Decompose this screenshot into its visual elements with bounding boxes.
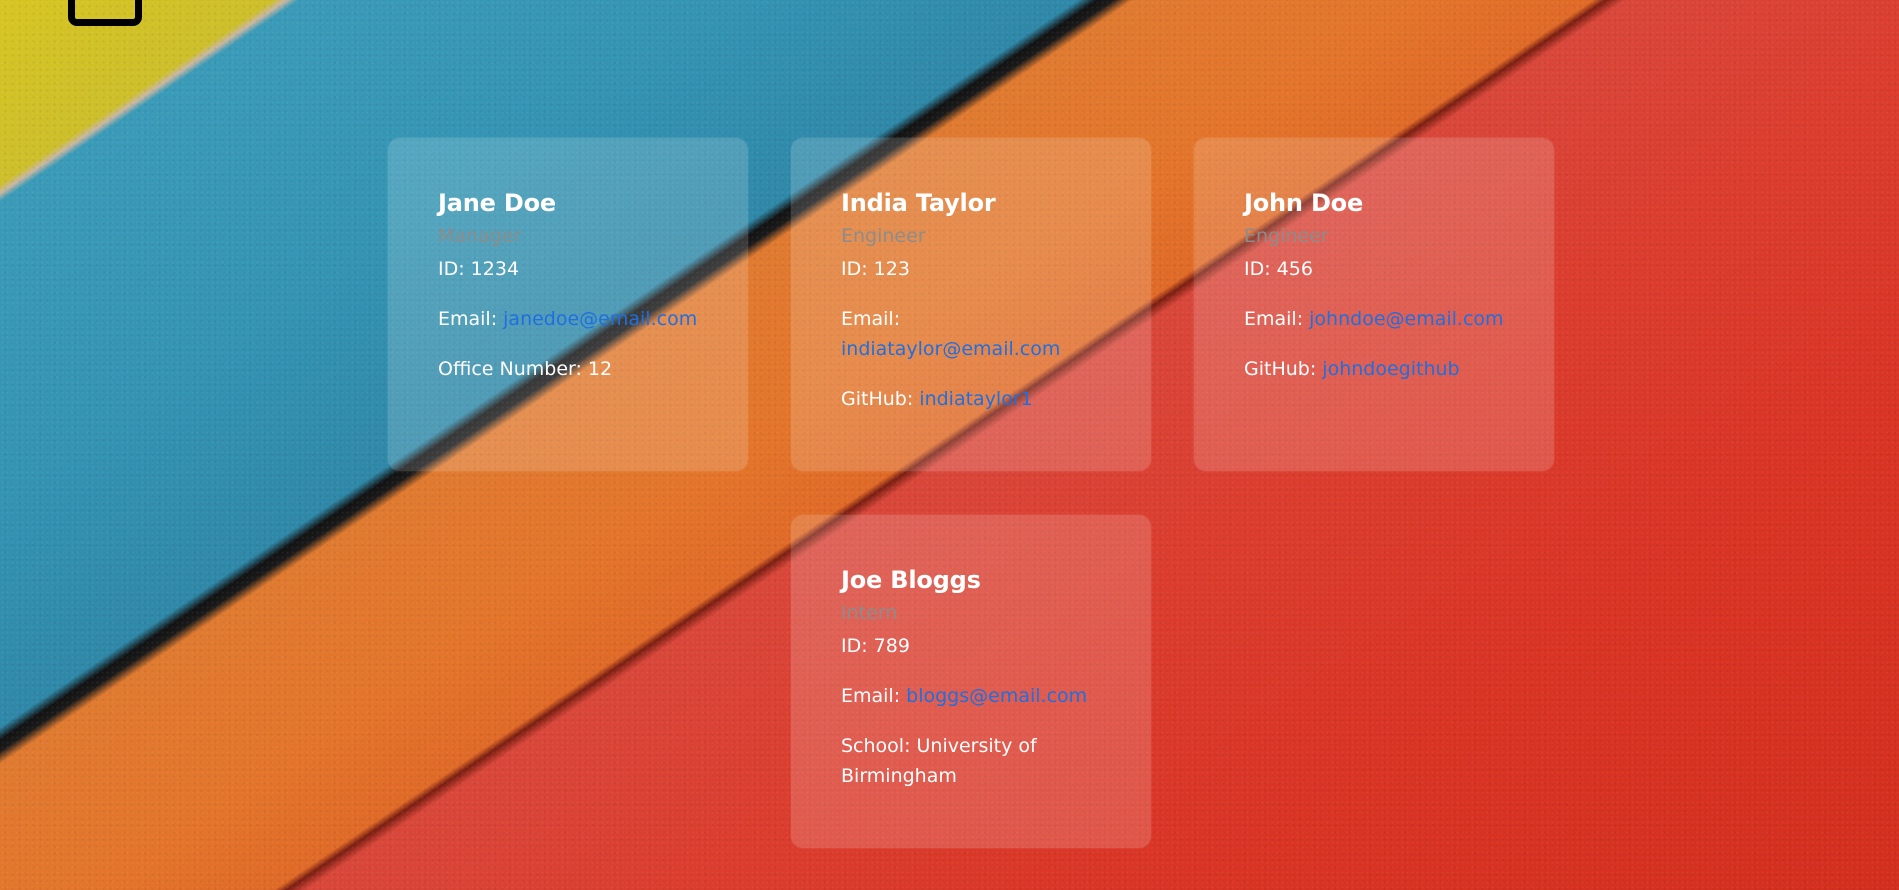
office-number: Office Number: 12 — [438, 358, 613, 380]
employee-email-row: Email: bloggs@email.com — [841, 681, 1101, 711]
email-link[interactable]: johndoe@email.com — [1309, 308, 1503, 330]
github-label: GitHub: — [1244, 358, 1323, 380]
square-icon[interactable] — [68, 0, 142, 26]
employee-email-row: Email: janedoe@email.com — [438, 304, 698, 334]
github-link[interactable]: johndoegithub — [1322, 358, 1459, 380]
employee-email-row: Email: indiataylor@email.com — [841, 304, 1101, 364]
github-row: GitHub: indiataylor1 — [841, 384, 1101, 414]
employee-card-engineer: John Doe Engineer ID: 456 Email: johndoe… — [1194, 138, 1554, 471]
email-label: Email: — [1244, 308, 1310, 330]
employee-name: John Doe — [1244, 189, 1364, 217]
employee-name: India Taylor — [841, 189, 996, 217]
employee-card-intern: Joe Bloggs Intern ID: 789 Email: bloggs@… — [791, 515, 1151, 848]
employee-role: Engineer — [1244, 225, 1329, 247]
github-link[interactable]: indiataylor1 — [919, 388, 1032, 410]
employee-email-row: Email: johndoe@email.com — [1244, 304, 1504, 334]
email-link[interactable]: bloggs@email.com — [906, 685, 1087, 707]
email-label: Email: — [438, 308, 504, 330]
employee-id: ID: 456 — [1244, 258, 1313, 280]
employee-card-manager: Jane Doe Manager ID: 1234 Email: janedoe… — [388, 138, 748, 471]
school: School: University of Birmingham — [841, 735, 1037, 787]
employee-name: Joe Bloggs — [841, 566, 981, 594]
page-background: Jane Doe Manager ID: 1234 Email: janedoe… — [0, 0, 1899, 890]
email-link[interactable]: janedoe@email.com — [503, 308, 697, 330]
employee-card-engineer: India Taylor Engineer ID: 123 Email: indi… — [791, 138, 1151, 471]
employee-role: Manager — [438, 225, 522, 247]
employee-id: ID: 789 — [841, 635, 910, 657]
employee-name: Jane Doe — [438, 189, 556, 217]
github-row: GitHub: johndoegithub — [1244, 354, 1504, 384]
email-label: Email: — [841, 308, 901, 330]
employee-id: ID: 1234 — [438, 258, 520, 280]
email-link[interactable]: indiataylor@email.com — [841, 338, 1060, 360]
employee-id: ID: 123 — [841, 258, 910, 280]
employee-role: Engineer — [841, 225, 926, 247]
employee-role: Intern — [841, 602, 898, 624]
github-label: GitHub: — [841, 388, 920, 410]
email-label: Email: — [841, 685, 907, 707]
